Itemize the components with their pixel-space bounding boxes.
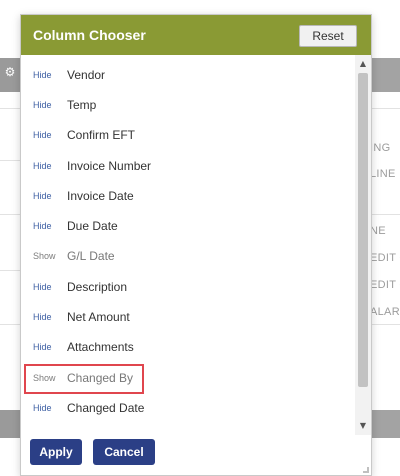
column-label: Invoice Date (67, 189, 134, 203)
column-label: Attachments (67, 340, 134, 354)
hide-toggle[interactable]: Hide (33, 191, 52, 201)
scrollbar[interactable]: ▲ ▼ (355, 55, 371, 435)
background-column-fragment: LINE (370, 168, 396, 180)
scroll-up-icon[interactable]: ▲ (355, 57, 371, 71)
background-row-divider (0, 270, 20, 271)
column-label: Invoice Number (67, 159, 152, 173)
column-row-vendor: Hide Vendor (21, 61, 355, 91)
column-label: Temp (67, 98, 97, 112)
background-footer-right (370, 410, 400, 438)
column-row-invoice-number: Hide Invoice Number (21, 152, 355, 182)
background-column-fragment: ALARM (370, 306, 400, 318)
column-row-net-amount: Hide Net Amount (21, 303, 355, 333)
background-row-divider (0, 160, 20, 161)
gear-icon[interactable]: ⚙ (4, 66, 16, 78)
column-label: G/L Date (67, 249, 115, 263)
background-row-divider (370, 214, 400, 215)
column-row-confirm-eft: Hide Confirm EFT (21, 121, 355, 151)
background-column-fragment: NE (370, 225, 386, 237)
reset-button[interactable]: Reset (299, 25, 357, 47)
background-toolbar-right (370, 58, 400, 92)
background-column-fragment: EDIT C (370, 252, 400, 264)
column-row-invoice-date: Hide Invoice Date (21, 182, 355, 212)
highlight-annotation (24, 364, 144, 394)
apply-button[interactable]: Apply (30, 439, 82, 465)
hide-toggle[interactable]: Hide (33, 161, 52, 171)
column-label: Due Date (67, 219, 118, 233)
hide-toggle[interactable]: Hide (33, 221, 52, 231)
column-row-temp: Hide Temp (21, 91, 355, 121)
dialog-header: Column Chooser Reset (21, 15, 371, 55)
background-row-divider (0, 324, 20, 325)
hide-toggle[interactable]: Hide (33, 130, 52, 140)
hide-toggle[interactable]: Hide (33, 70, 52, 80)
background-column-fragment: ING (370, 142, 391, 154)
column-row-due-date: Hide Due Date (21, 212, 355, 242)
dialog-title: Column Chooser (33, 27, 146, 43)
background-row-divider (0, 214, 20, 215)
column-row-attachments: Hide Attachments (21, 333, 355, 363)
column-label: Changed Date (67, 401, 145, 415)
column-row-gl-date: Show G/L Date (21, 242, 355, 272)
background-row-divider (370, 108, 400, 109)
scrollbar-thumb[interactable] (358, 73, 368, 387)
resize-grip-icon[interactable] (363, 467, 369, 473)
hide-toggle[interactable]: Hide (33, 100, 52, 110)
background-column-fragment: EDIT C (370, 279, 400, 291)
column-label: Description (67, 280, 128, 294)
column-row-changed-date: Hide Changed Date (21, 394, 355, 424)
hide-toggle[interactable]: Hide (33, 312, 52, 322)
hide-toggle[interactable]: Hide (33, 342, 52, 352)
show-toggle[interactable]: Show (33, 251, 56, 261)
hide-toggle[interactable]: Hide (33, 403, 52, 413)
column-label: Vendor (67, 68, 106, 82)
column-row-description: Hide Description (21, 273, 355, 303)
background-footer (0, 410, 20, 438)
background-row-divider (370, 324, 400, 325)
cancel-button[interactable]: Cancel (93, 439, 155, 465)
column-label: Net Amount (67, 310, 130, 324)
column-label: Confirm EFT (67, 128, 136, 142)
background-row-divider (0, 108, 20, 109)
column-chooser-dialog: Column Chooser Reset Hide Vendor Hide Te… (20, 14, 372, 476)
hide-toggle[interactable]: Hide (33, 282, 52, 292)
scroll-down-icon[interactable]: ▼ (355, 419, 371, 433)
